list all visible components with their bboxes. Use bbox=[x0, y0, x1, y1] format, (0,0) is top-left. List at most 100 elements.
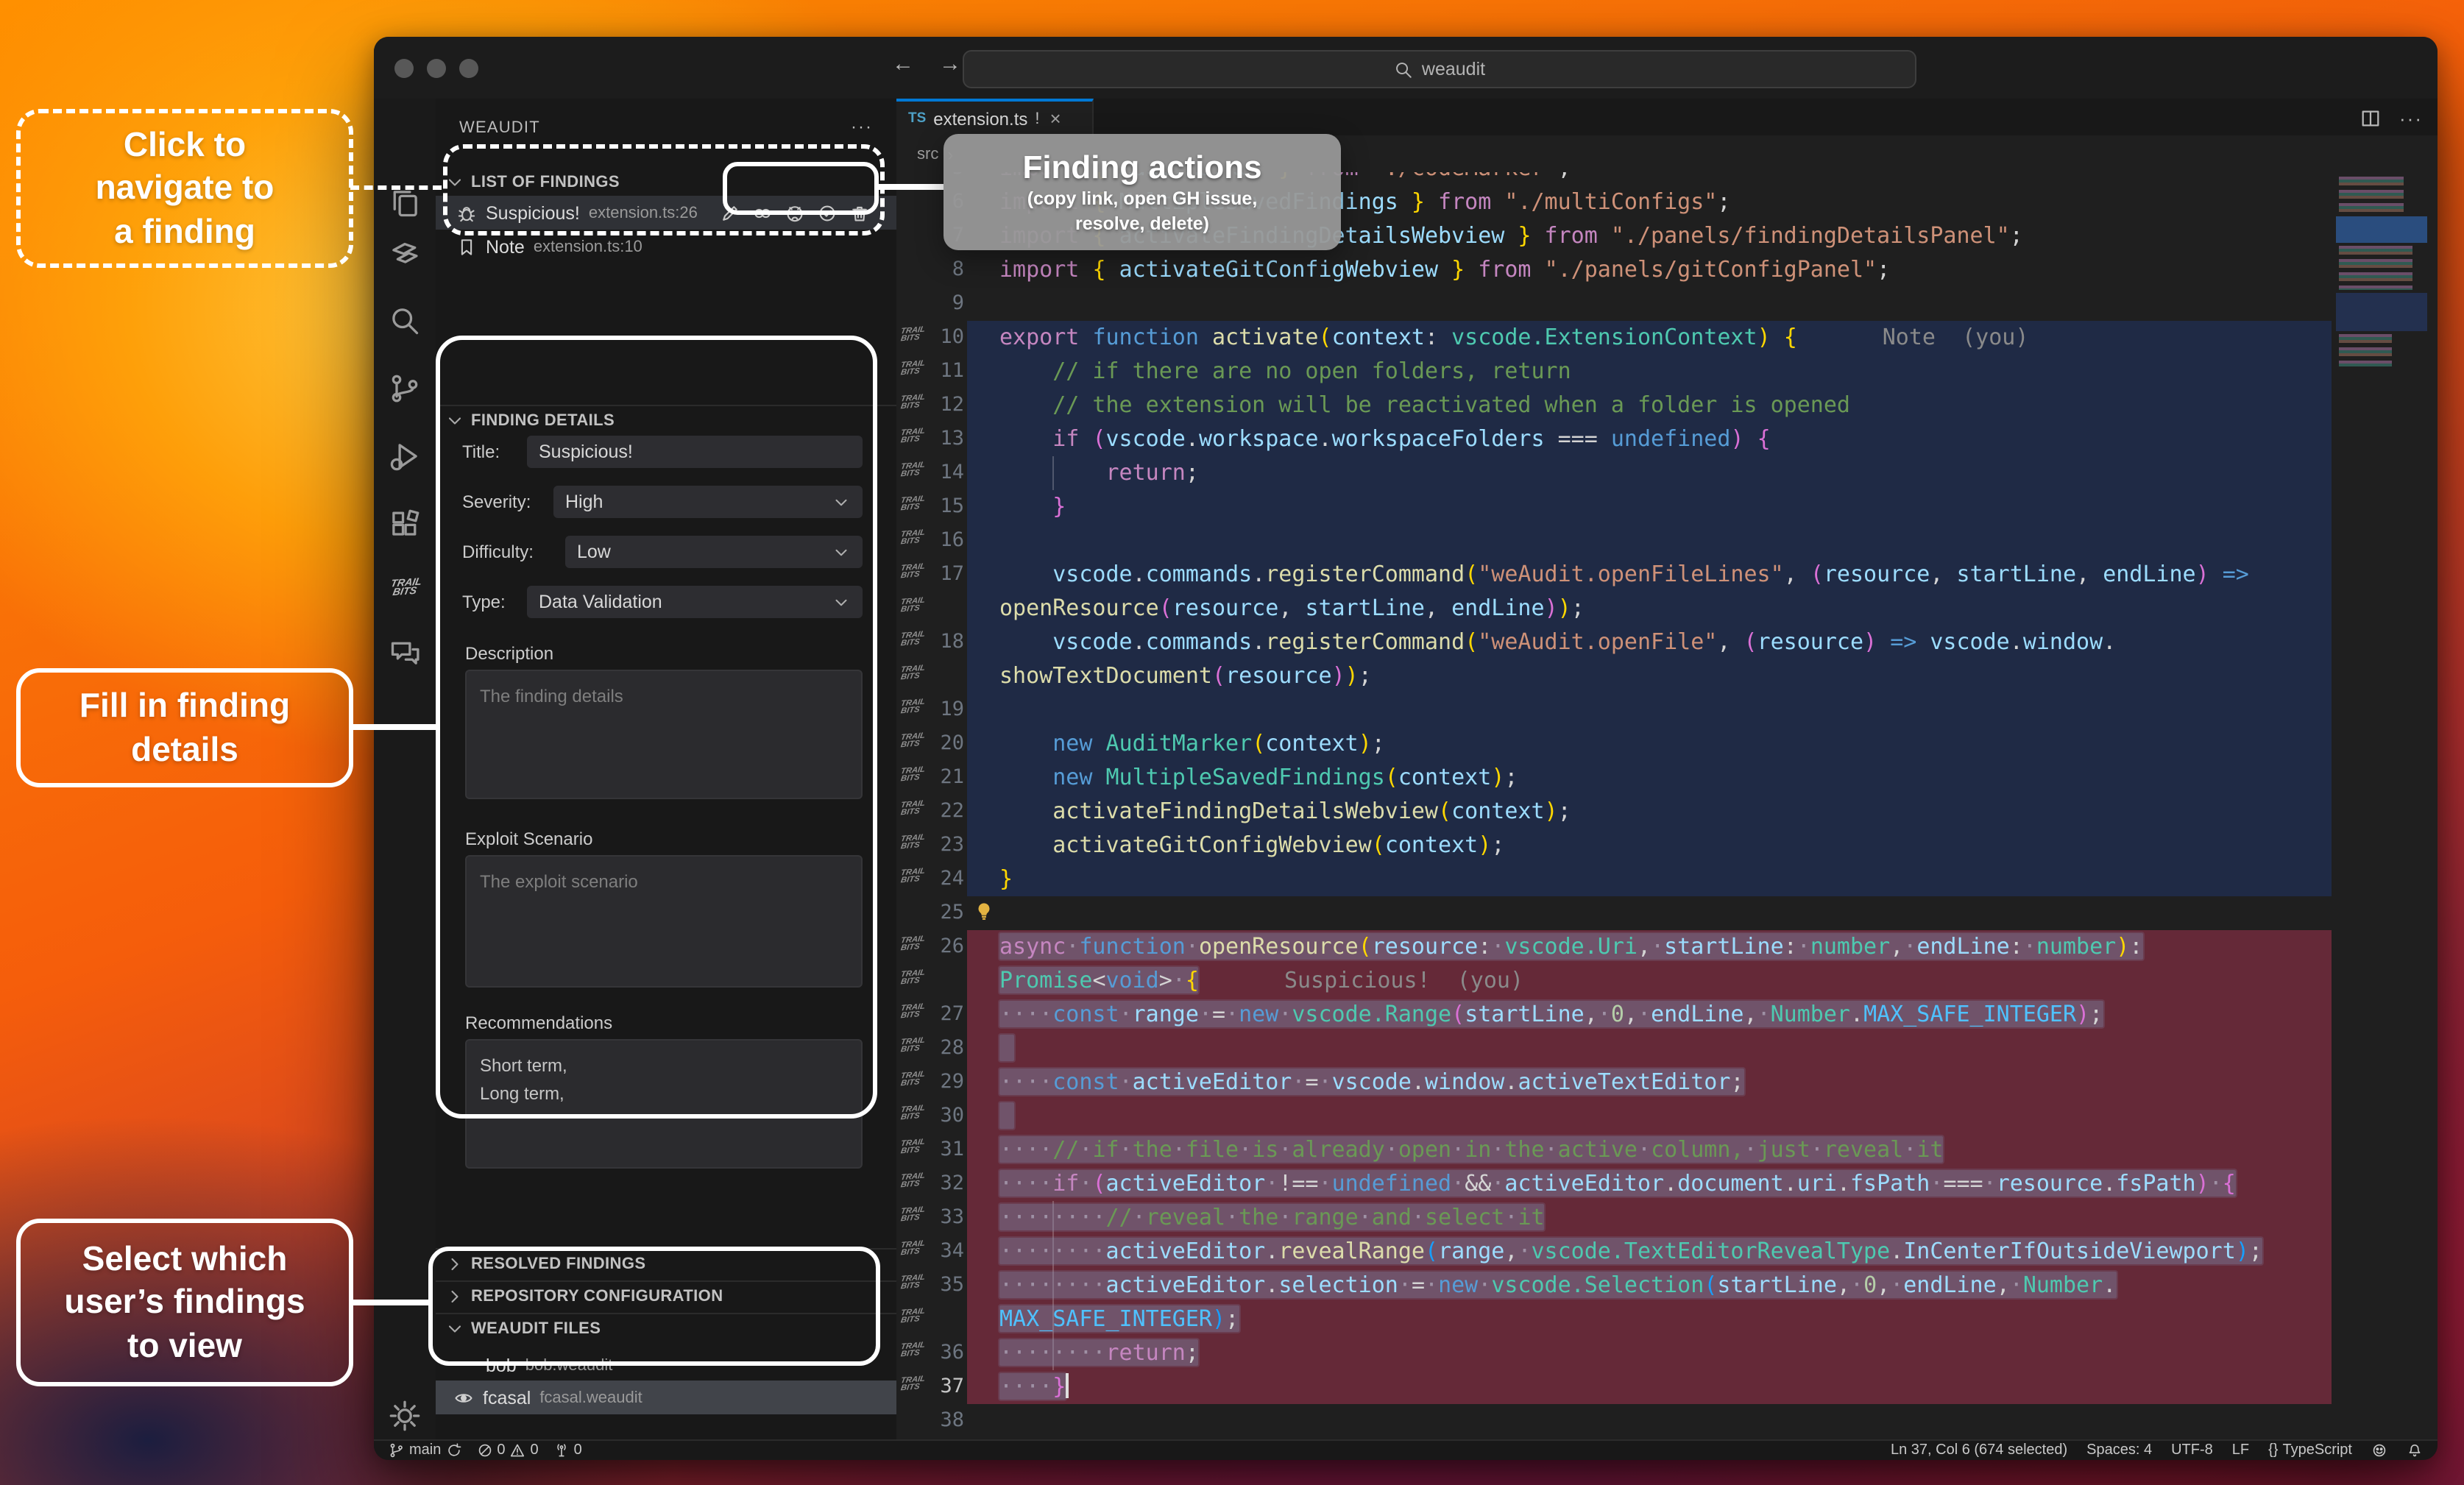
branch-status[interactable]: main bbox=[389, 1442, 461, 1459]
code-line-13[interactable]: TRAILBITS13 if (vscode.workspace.workspa… bbox=[896, 422, 2438, 456]
language-status[interactable]: {} TypeScript bbox=[2268, 1442, 2352, 1459]
lightbulb-icon[interactable] bbox=[973, 901, 995, 923]
code-line-8[interactable]: 8import { activateGitConfigWebview } fro… bbox=[896, 253, 2438, 287]
code-line-wrap[interactable]: TRAILBITSPromise<void>·{Suspicious! (you… bbox=[896, 964, 2438, 998]
notifications-bell-icon[interactable] bbox=[2407, 1442, 2423, 1459]
weaudit-icon[interactable] bbox=[374, 231, 436, 275]
code-line-28[interactable]: TRAILBITS28 bbox=[896, 1032, 2438, 1066]
code-line-15[interactable]: TRAILBITS15 } bbox=[896, 490, 2438, 524]
command-center-search[interactable]: weaudit bbox=[963, 50, 1916, 88]
line-number[interactable]: 9 bbox=[917, 287, 964, 321]
line-number[interactable]: 28 bbox=[917, 1032, 964, 1066]
encoding-status[interactable]: UTF-8 bbox=[2171, 1442, 2213, 1459]
line-number[interactable]: 18 bbox=[917, 625, 964, 659]
feedback-smiley-icon[interactable] bbox=[2371, 1442, 2387, 1459]
zoom-window-button[interactable] bbox=[459, 59, 478, 78]
code-line-24[interactable]: TRAILBITS24} bbox=[896, 862, 2438, 896]
code-line-20[interactable]: TRAILBITS20 new AuditMarker(context); bbox=[896, 727, 2438, 761]
code-area[interactable]: 5import { AuditMarker } from "./codeMark… bbox=[896, 135, 2438, 1439]
line-number[interactable]: 38 bbox=[917, 1404, 964, 1438]
sidebar-more-actions-icon[interactable]: ··· bbox=[851, 116, 873, 137]
line-number[interactable]: 24 bbox=[917, 862, 964, 896]
line-number[interactable]: 8 bbox=[917, 253, 964, 287]
close-window-button[interactable] bbox=[394, 59, 414, 78]
code-line-31[interactable]: TRAILBITS31····//·if·the·file·is·already… bbox=[896, 1133, 2438, 1167]
line-number[interactable]: 35 bbox=[917, 1269, 964, 1303]
code-line-wrap[interactable]: TRAILBITSopenResource(resource, startLin… bbox=[896, 592, 2438, 625]
code-line-30[interactable]: TRAILBITS30 bbox=[896, 1099, 2438, 1133]
code-line-34[interactable]: TRAILBITS34········activeEditor.revealRa… bbox=[896, 1235, 2438, 1269]
line-number[interactable]: 25 bbox=[917, 896, 964, 930]
line-number[interactable]: 12 bbox=[917, 389, 964, 422]
code-line-18[interactable]: TRAILBITS18 vscode.commands.registerComm… bbox=[896, 625, 2438, 659]
code-line-wrap[interactable]: TRAILBITSMAX_SAFE_INTEGER); bbox=[896, 1303, 2438, 1336]
line-number[interactable]: 34 bbox=[917, 1235, 964, 1269]
problems-status[interactable]: 0 0 bbox=[476, 1442, 538, 1459]
weaudit-file-fcasal[interactable]: fcasal fcasal.weaudit bbox=[436, 1381, 896, 1414]
ports-status[interactable]: 0 bbox=[553, 1442, 582, 1459]
indentation-status[interactable]: Spaces: 4 bbox=[2086, 1442, 2152, 1459]
code-line-23[interactable]: TRAILBITS23 activateGitConfigWebview(con… bbox=[896, 829, 2438, 862]
code-line-19[interactable]: TRAILBITS19 bbox=[896, 693, 2438, 727]
source-control-icon[interactable] bbox=[374, 366, 436, 411]
line-number[interactable]: 11 bbox=[917, 355, 964, 389]
code-line-35[interactable]: TRAILBITS35········activeEditor.selectio… bbox=[896, 1269, 2438, 1303]
code-line-14[interactable]: TRAILBITS14 return; bbox=[896, 456, 2438, 490]
line-number[interactable]: 16 bbox=[917, 524, 964, 558]
trail-of-bits-icon[interactable]: TRAILBITS bbox=[374, 567, 436, 611]
line-number[interactable]: 20 bbox=[917, 727, 964, 761]
nav-back-icon[interactable]: ← bbox=[892, 52, 914, 77]
code-line-25[interactable]: 25 bbox=[896, 896, 2438, 930]
code-line-22[interactable]: TRAILBITS22 activateFindingDetailsWebvie… bbox=[896, 795, 2438, 829]
code-line-37[interactable]: TRAILBITS37····} bbox=[896, 1370, 2438, 1404]
code-line-10[interactable]: TRAILBITS10export function activate(cont… bbox=[896, 321, 2438, 355]
code-line-26[interactable]: TRAILBITS26async·function·openResource(r… bbox=[896, 930, 2438, 964]
eol-status[interactable]: LF bbox=[2232, 1442, 2249, 1459]
line-number[interactable]: 26 bbox=[917, 930, 964, 964]
code-line-27[interactable]: TRAILBITS27····const·range·=·new·vscode.… bbox=[896, 998, 2438, 1032]
tab-extension-ts[interactable]: TS extension.ts ! × bbox=[896, 99, 1094, 135]
search-view-icon[interactable] bbox=[374, 299, 436, 343]
line-number[interactable]: 22 bbox=[917, 795, 964, 829]
line-number[interactable]: 23 bbox=[917, 829, 964, 862]
line-number[interactable]: 10 bbox=[917, 321, 964, 355]
line-number[interactable]: 36 bbox=[917, 1336, 964, 1370]
code-line-9[interactable]: 9 bbox=[896, 287, 2438, 321]
line-number[interactable]: 14 bbox=[917, 456, 964, 490]
line-number[interactable]: 32 bbox=[917, 1167, 964, 1201]
code-line-36[interactable]: TRAILBITS36········return; bbox=[896, 1336, 2438, 1370]
minimize-window-button[interactable] bbox=[427, 59, 446, 78]
line-number[interactable]: 29 bbox=[917, 1066, 964, 1099]
code-line-16[interactable]: TRAILBITS16 bbox=[896, 524, 2438, 558]
title-bar[interactable]: ← → weaudit bbox=[374, 37, 2438, 100]
comments-icon[interactable] bbox=[374, 631, 436, 676]
minimap[interactable] bbox=[2336, 177, 2427, 522]
code-line-33[interactable]: TRAILBITS33········//·reveal·the·range·a… bbox=[896, 1201, 2438, 1235]
line-number[interactable]: 27 bbox=[917, 998, 964, 1032]
line-number[interactable]: 13 bbox=[917, 422, 964, 456]
line-number[interactable]: 37 bbox=[917, 1370, 964, 1404]
line-number[interactable]: 17 bbox=[917, 558, 964, 592]
line-number[interactable]: 30 bbox=[917, 1099, 964, 1133]
code-line-29[interactable]: TRAILBITS29····const·activeEditor·=·vsco… bbox=[896, 1066, 2438, 1099]
close-tab-icon[interactable]: × bbox=[1050, 107, 1061, 130]
line-number[interactable]: 21 bbox=[917, 761, 964, 795]
code-line-wrap[interactable]: TRAILBITSshowTextDocument(resource)); bbox=[896, 659, 2438, 693]
code-line-21[interactable]: TRAILBITS21 new MultipleSavedFindings(co… bbox=[896, 761, 2438, 795]
settings-gear-icon[interactable] bbox=[374, 1394, 436, 1438]
code-line-38[interactable]: 38 bbox=[896, 1404, 2438, 1438]
line-number[interactable]: 15 bbox=[917, 490, 964, 524]
code-line-11[interactable]: TRAILBITS11 // if there are no open fold… bbox=[896, 355, 2438, 389]
line-number[interactable]: 31 bbox=[917, 1133, 964, 1167]
editor-more-actions-icon[interactable]: ··· bbox=[2399, 107, 2423, 129]
line-number[interactable]: 19 bbox=[917, 693, 964, 727]
code-line-17[interactable]: TRAILBITS17 vscode.commands.registerComm… bbox=[896, 558, 2438, 592]
nav-forward-icon[interactable]: → bbox=[939, 52, 961, 77]
code-line-12[interactable]: TRAILBITS12 // the extension will be rea… bbox=[896, 389, 2438, 422]
eye-icon[interactable] bbox=[453, 1387, 474, 1408]
line-number[interactable]: 33 bbox=[917, 1201, 964, 1235]
split-editor-icon[interactable] bbox=[2359, 107, 2382, 129]
cursor-position-status[interactable]: Ln 37, Col 6 (674 selected) bbox=[1891, 1442, 2067, 1459]
extensions-icon[interactable] bbox=[374, 502, 436, 546]
run-debug-icon[interactable] bbox=[374, 434, 436, 478]
